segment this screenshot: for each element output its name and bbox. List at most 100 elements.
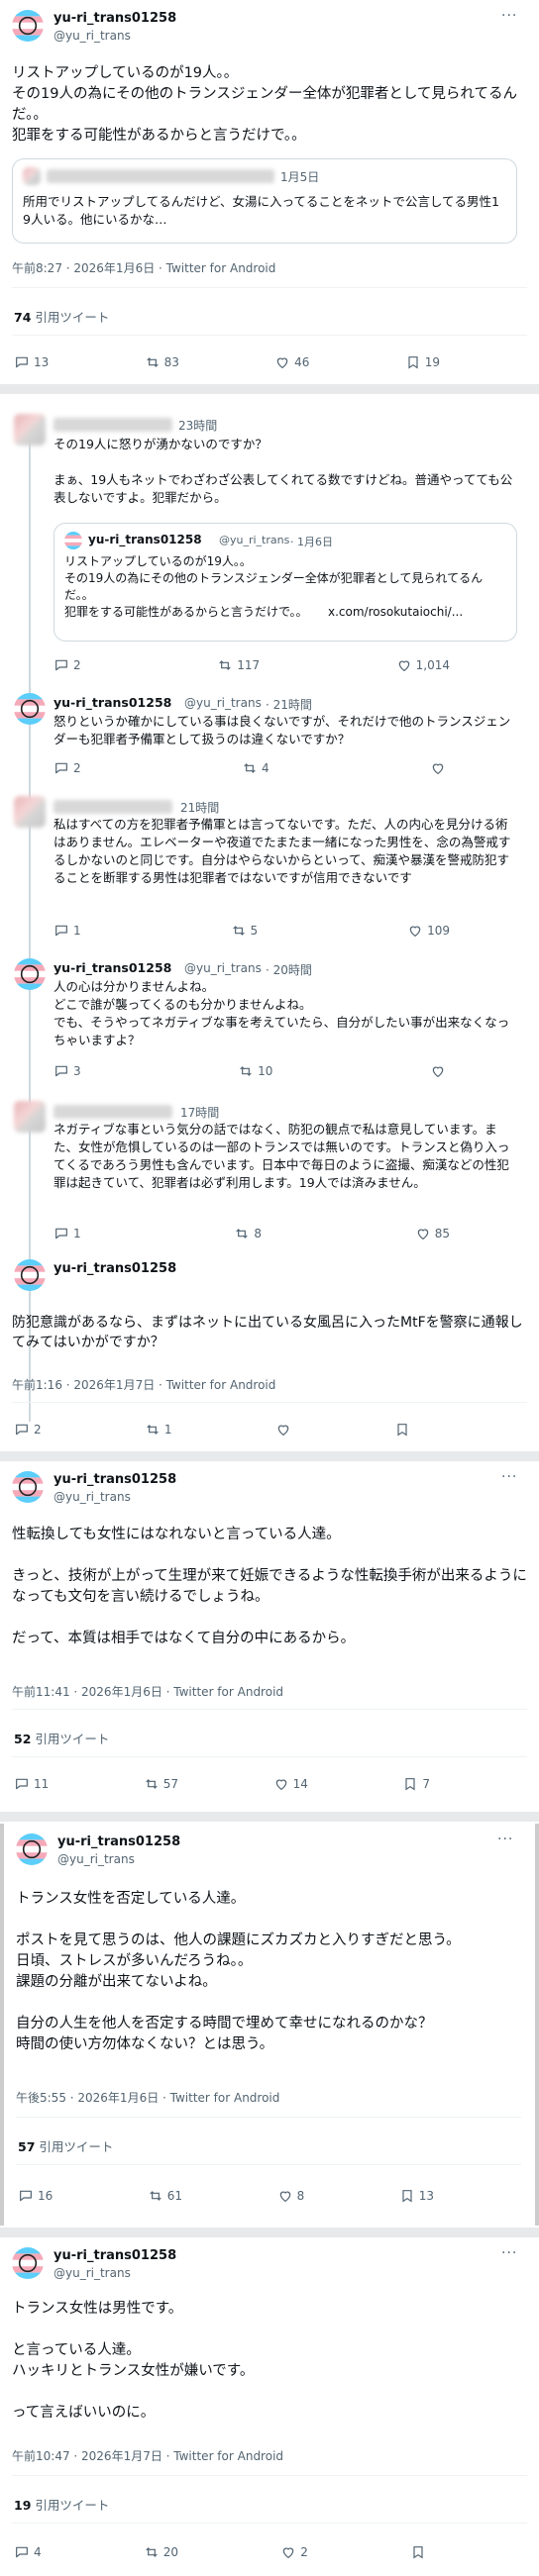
reply-button[interactable]: 4 [14,2544,42,2560]
repost-button[interactable]: 117 [217,657,260,673]
quote-count[interactable]: 52 引用ツイート [14,1729,109,1747]
repost-button[interactable]: 10 [238,1063,272,1079]
quoted-link[interactable]: x.com/rosokutaiochi/... [328,604,463,621]
reply-time: · 20時間 [266,963,312,977]
tweet-text: リストアップしているのが19人。。 その19人の為にその他のトランスジェンダー全… [12,65,517,144]
reply-button[interactable]: 1 [54,1226,81,1241]
repost-icon [232,926,245,936]
trans-flag-avatar[interactable] [12,1471,44,1503]
bookmark-icon [413,2546,423,2559]
repost-button[interactable]: 20 [144,2544,178,2560]
repost-button[interactable]: 1 [145,1422,172,1437]
quoted-tweet[interactable]: yu-ri_trans01258 @yu_ri_trans · 1月6日 リスト… [54,523,517,642]
reply-count: 2 [73,761,81,775]
like-count: 2 [300,2545,308,2559]
bookmark-button[interactable] [410,2544,430,2560]
author-name[interactable]: yu-ri_trans01258 [54,695,171,710]
bookmark-count: 13 [418,2189,434,2203]
quote-count[interactable]: 74 引用ツイート [14,307,109,326]
quoted-text: 所用でリストアップしてるんだけど、女湯に入ってることをネットで公言してる男性19… [23,194,499,227]
repost-count: 61 [166,2189,183,2203]
trans-flag-avatar[interactable] [14,693,46,725]
repost-button[interactable]: 61 [148,2188,182,2204]
tweet-post-1: yu-ri_trans01258 @yu_ri_trans ··· リストアップ… [0,0,539,381]
reply-button[interactable]: 11 [14,1776,49,1792]
author-name[interactable]: yu-ri_trans01258 [54,960,171,975]
repost-button[interactable]: 57 [144,1776,178,1792]
reply-count: 1 [73,924,81,938]
bookmark-button[interactable]: 19 [405,354,440,370]
repost-count: 5 [250,924,259,938]
like-button[interactable]: 1,014 [396,657,450,673]
trans-flag-avatar[interactable] [16,1833,48,1865]
divider [12,2475,527,2476]
more-icon[interactable]: ··· [497,1832,513,1847]
author-handle[interactable]: @yu_ri_trans [57,1852,135,1866]
divider [16,2117,521,2118]
timestamp[interactable]: 午前1:16 · 2026年1月7日 · Twitter for Android [12,1376,275,1393]
reply-button[interactable]: 3 [54,1063,81,1079]
tweet-text: 防犯意識があるなら、まずはネットに出ている女風呂に入ったMtFを警察に通報してみ… [12,1315,523,1350]
repost-button[interactable]: 5 [231,923,259,939]
timestamp[interactable]: 午前8:27 · 2026年1月6日 · Twitter for Android [12,259,275,276]
timestamp[interactable]: 午後5:55 · 2026年1月6日 · Twitter for Android [16,2089,279,2106]
reply-button[interactable]: 2 [54,657,81,673]
tweet-text: 性転換しても女性にはなれないと言っている人達。 きっと、技術が上がって生理が来て… [12,1527,527,1646]
author-handle[interactable]: @yu_ri_trans [54,29,131,43]
author-name[interactable]: yu-ri_trans01258 [54,1261,176,1276]
timestamp[interactable]: 午前10:47 · 2026年1月7日 · Twitter for Androi… [12,2447,283,2464]
more-icon[interactable]: ··· [501,1469,517,1485]
like-button[interactable]: 14 [273,1776,308,1792]
like-button[interactable]: 46 [274,354,309,370]
reply-button[interactable]: 1 [54,923,81,939]
divider [12,2523,527,2524]
more-icon[interactable]: ··· [501,8,517,24]
repost-icon [150,2191,162,2201]
author-name[interactable]: yu-ri_trans01258 [54,2248,176,2263]
heart-icon [275,1779,286,1791]
author-name[interactable]: yu-ri_trans01258 [57,1834,180,1849]
like-count: 85 [434,1227,450,1240]
trans-flag-avatar[interactable] [12,2247,44,2279]
repost-button[interactable]: 8 [234,1226,262,1241]
like-button[interactable]: 85 [415,1226,450,1241]
reply-button[interactable]: 13 [14,354,49,370]
author-handle[interactable]: @yu_ri_trans [54,1490,131,1504]
bookmark-button[interactable]: 7 [402,1776,430,1792]
trans-flag-avatar[interactable] [14,1259,46,1291]
author-handle[interactable]: @yu_ri_trans [184,961,262,975]
reply-button[interactable]: 2 [14,1422,42,1437]
quote-count[interactable]: 19 引用ツイート [14,2495,109,2514]
quote-count[interactable]: 57 引用ツイート [18,2136,113,2155]
author-handle[interactable]: @yu_ri_trans [54,2266,131,2280]
like-button[interactable] [430,1063,450,1079]
author-handle[interactable]: @yu_ri_trans [184,696,262,710]
author-name[interactable]: yu-ri_trans01258 [54,11,176,26]
more-icon[interactable]: ··· [501,2245,517,2261]
like-button[interactable] [275,1422,291,1437]
comment-icon [55,1065,67,1077]
reply-button[interactable]: 16 [18,2188,53,2204]
trans-flag-avatar[interactable] [12,10,44,42]
like-button[interactable] [430,760,450,776]
action-bar: 1 8 85 [54,1224,450,1243]
quoted-tweet[interactable]: 1月5日 所用でリストアップしてるんだけど、女湯に入ってることをネットで公言して… [12,158,517,244]
author-name[interactable]: yu-ri_trans01258 [54,1472,176,1487]
bookmark-button[interactable]: 13 [399,2188,434,2204]
like-button[interactable]: 8 [277,2188,304,2204]
blurred-username [54,800,172,814]
repost-button[interactable]: 83 [145,354,179,370]
trans-flag-avatar[interactable] [14,958,46,990]
reply-text: 怒りというか確かにしている事は良くないですが、それだけで他のトランスジェンダーも… [54,714,511,746]
action-bar: 3 10 [54,1061,450,1081]
blurred-avatar [14,796,46,828]
reply-button[interactable]: 2 [54,760,81,776]
timestamp[interactable]: 午前11:41 · 2026年1月6日 · Twitter for Androi… [12,1683,283,1700]
bookmark-button[interactable] [394,1422,410,1437]
like-button[interactable]: 109 [407,923,450,939]
repost-button[interactable]: 4 [242,760,270,776]
comment-icon [20,2190,32,2202]
like-button[interactable]: 2 [280,2544,308,2560]
repost-icon [236,1229,249,1238]
reply-count: 2 [34,1423,42,1437]
